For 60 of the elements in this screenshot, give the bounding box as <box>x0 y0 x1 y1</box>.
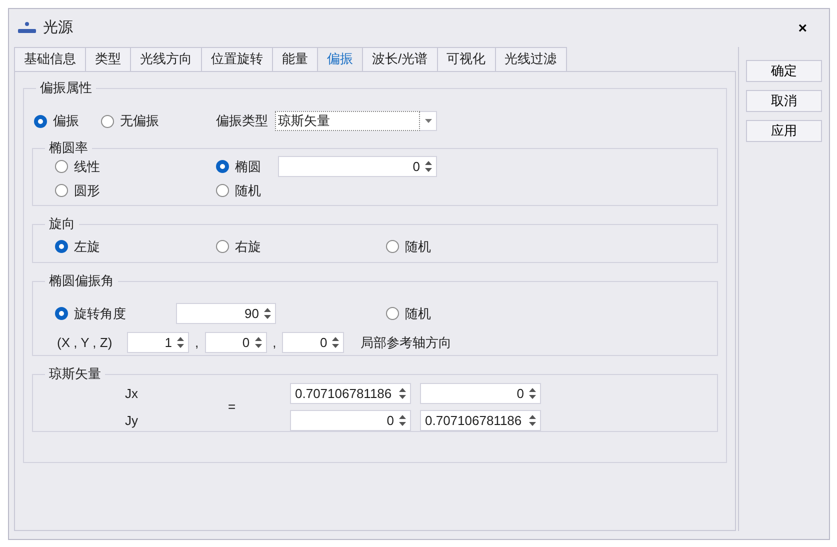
close-button[interactable]: × <box>798 20 807 36</box>
spinner-arrows-icon[interactable] <box>176 336 185 349</box>
tab[interactable]: 位置旋转 <box>201 47 272 71</box>
tab[interactable]: 光线过滤 <box>494 47 567 71</box>
group-title: 椭圆率 <box>48 140 89 156</box>
vector-label: Jx <box>125 384 139 403</box>
dialog-button[interactable]: 应用 <box>746 120 822 142</box>
spin-box[interactable]: 90 <box>176 303 276 324</box>
spin-box[interactable]: 0 <box>282 332 344 353</box>
radio-button[interactable]: 随机 <box>386 237 709 256</box>
dialog-button[interactable]: 确定 <box>746 60 822 82</box>
tab[interactable]: 能量 <box>272 47 317 71</box>
axis-label: 局部参考轴方向 <box>360 334 452 352</box>
equals-sign: = <box>228 398 237 416</box>
spinner-arrows-icon[interactable] <box>528 387 537 400</box>
dialog-button[interactable]: 取消 <box>746 90 822 112</box>
spin-box[interactable]: 0 <box>420 383 541 404</box>
dropdown-toggle[interactable] <box>420 111 437 131</box>
radio-button[interactable]: 旋转角度 <box>55 304 176 324</box>
radio-button[interactable]: 无偏振 <box>101 111 159 131</box>
radio-button[interactable]: 圆形 <box>55 181 216 200</box>
spin-box[interactable]: 0 <box>278 156 437 177</box>
radio-button[interactable]: 椭圆 <box>216 156 261 176</box>
field-label: 偏振类型 <box>216 112 268 130</box>
spin-box[interactable]: 0 <box>290 410 411 431</box>
tab[interactable]: 类型 <box>85 47 130 71</box>
spinner-arrows-icon[interactable] <box>398 387 407 400</box>
radio-button[interactable]: 偏振 <box>34 111 79 131</box>
separator-text: , <box>195 334 199 352</box>
caret-icon <box>424 119 432 123</box>
spinner-arrows-icon[interactable] <box>424 160 433 173</box>
vector-label: Jy <box>125 412 139 430</box>
group-title: 椭圆偏振角 <box>48 273 115 289</box>
radio-button[interactable]: 随机 <box>216 181 386 200</box>
coordinate-label: (X , Y , Z) <box>57 334 114 352</box>
spinner-arrows-icon[interactable] <box>398 414 407 427</box>
spinner-arrows-icon[interactable] <box>331 336 340 349</box>
tab[interactable]: 偏振 <box>317 47 362 71</box>
radio-button[interactable]: 右旋 <box>216 237 386 256</box>
separator-text: , <box>272 334 276 352</box>
spin-box[interactable]: 0 <box>204 332 267 353</box>
tab[interactable]: 波长/光谱 <box>362 47 437 71</box>
spinner-arrows-icon[interactable] <box>263 307 272 320</box>
group-title: 琼斯矢量 <box>48 366 102 382</box>
app-logo-icon <box>17 21 37 35</box>
group-title: 旋向 <box>48 216 76 232</box>
radio-button[interactable]: 随机 <box>386 304 709 324</box>
radio-button[interactable]: 左旋 <box>55 237 216 256</box>
tab[interactable]: 光线方向 <box>130 47 201 71</box>
group-title: 偏振属性 <box>39 80 93 96</box>
dropdown-field[interactable]: 琼斯矢量 <box>275 111 420 131</box>
tab[interactable]: 基础信息 <box>14 47 85 71</box>
spin-box[interactable]: 0.707106781186 <box>420 410 541 431</box>
tab[interactable]: 可视化 <box>436 47 495 71</box>
spin-box[interactable]: 1 <box>127 332 189 353</box>
radio-button[interactable]: 线性 <box>55 156 216 177</box>
window-title: 光源 <box>43 18 73 38</box>
spinner-arrows-icon[interactable] <box>254 336 263 349</box>
spinner-arrows-icon[interactable] <box>528 414 537 427</box>
spin-box[interactable]: 0.707106781186 <box>290 383 411 404</box>
